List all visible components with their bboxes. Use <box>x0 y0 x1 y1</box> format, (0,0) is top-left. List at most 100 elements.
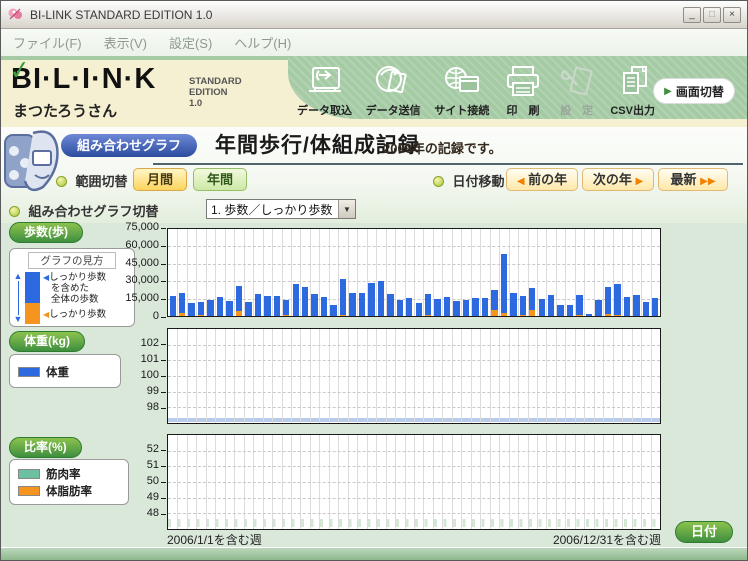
next-year-button[interactable]: 次の年 ▶ <box>582 168 654 191</box>
brisk-segment-week-28 <box>424 315 432 316</box>
data-import-button[interactable]: データ取込 <box>297 62 352 118</box>
menu-bar: ファイル(F) 表示(V) 設定(S) ヘルプ(H) <box>1 29 747 56</box>
screen-switch-button[interactable]: ▶ 画面切替 <box>653 78 735 104</box>
bar-week-52 <box>652 298 659 316</box>
bar-week-21 <box>358 293 366 316</box>
range-month-button[interactable]: 月間 <box>133 168 187 191</box>
y-tick-label: 48 <box>146 507 159 519</box>
horizontal-gridline <box>168 246 660 248</box>
bar-week-10 <box>254 293 262 316</box>
edition-label: STANDARD EDITION 1.0 <box>189 76 242 109</box>
bar-week-6 <box>216 296 224 316</box>
y-tick-mark <box>161 317 166 318</box>
bar-week-11 <box>264 296 271 316</box>
bar-week-5 <box>207 300 214 316</box>
bar-week-41 <box>547 295 555 316</box>
brisk-segment-week-8 <box>235 311 243 316</box>
bar-week-3 <box>188 303 195 316</box>
maximize-button[interactable]: □ <box>703 6 721 23</box>
csv-export-button[interactable]: CSV出力 <box>610 62 655 118</box>
y-tick-label: 52 <box>146 443 159 455</box>
print-button[interactable]: 印 刷 <box>503 62 543 118</box>
y-tick-label: 30,000 <box>125 274 159 287</box>
menu-item-view[interactable]: 表示(V) <box>104 33 147 52</box>
date-axis-button[interactable]: 日付 <box>675 521 733 543</box>
y-tick-label: 50 <box>146 475 159 487</box>
settings-button: 設 定 <box>557 62 597 118</box>
settings-icon <box>560 66 593 96</box>
bar-week-17 <box>320 297 328 316</box>
y-tick-mark <box>161 344 166 345</box>
y-tick-mark <box>161 245 166 247</box>
bar-week-50 <box>633 295 640 316</box>
y-tick-label: 51 <box>146 459 159 471</box>
range-switch-label: 範囲切替 <box>75 174 128 189</box>
vertical-gridline <box>555 229 557 316</box>
y-tick-mark <box>161 482 166 483</box>
legend-title: グラフの見方 <box>28 252 116 269</box>
y-tick-label: 0 <box>152 310 159 322</box>
graph-type-select[interactable]: 1. 歩数／しっかり歩数 ▼ <box>206 199 356 219</box>
bullet-icon <box>56 176 67 187</box>
chevron-down-icon[interactable]: ▼ <box>338 200 355 218</box>
data-send-button[interactable]: データ送信 <box>366 62 421 118</box>
horizontal-gridline <box>168 482 660 483</box>
menu-item-help[interactable]: ヘルプ(H) <box>234 33 291 52</box>
minimize-button[interactable]: _ <box>683 6 701 23</box>
y-tick-mark <box>161 466 166 467</box>
print-icon <box>507 66 540 96</box>
app-icon <box>8 8 22 20</box>
bar-week-30 <box>443 296 451 316</box>
bar-week-34 <box>481 297 489 316</box>
weight-swatch <box>18 366 40 377</box>
sample-stacked-bar <box>25 272 40 324</box>
brisk-segment-week-19 <box>339 315 347 316</box>
menu-item-file[interactable]: ファイル(F) <box>13 33 82 52</box>
bar-week-25 <box>396 300 403 316</box>
y-tick-label: 100 <box>140 369 159 381</box>
brisk-segment-week-47 <box>604 313 612 316</box>
bar-week-9 <box>245 302 252 316</box>
horizontal-gridline <box>168 513 660 515</box>
weight-panel-label: 体重(kg) <box>9 331 85 352</box>
steps-chart-plot <box>167 228 661 317</box>
bar-week-1 <box>169 296 176 316</box>
prev-year-button[interactable]: ◀ 前の年 <box>506 168 578 191</box>
brisk-segment-week-44 <box>576 314 583 316</box>
weight-chart-plot <box>167 328 661 424</box>
latest-button[interactable]: 最新 ▶▶ <box>658 168 728 191</box>
bodyfat-swatch <box>18 485 40 496</box>
bar-week-7 <box>226 301 233 316</box>
bar-week-44 <box>576 295 583 316</box>
brisk-segment-week-48 <box>614 315 621 316</box>
vertical-gridline <box>565 229 567 316</box>
bar-week-19 <box>339 279 347 316</box>
brisk-segment-week-35 <box>491 309 498 316</box>
brisk-segment-week-38 <box>519 314 526 316</box>
range-year-button[interactable]: 年間 <box>193 168 247 191</box>
bar-week-12 <box>273 296 280 316</box>
bar-week-47 <box>604 287 612 316</box>
total-range-arrow-icon: ▲ ▼ <box>13 271 23 324</box>
bar-week-33 <box>472 297 479 316</box>
close-button[interactable]: × <box>723 6 741 23</box>
horizontal-gridline <box>168 263 660 265</box>
tab-combination-graph[interactable]: 組み合わせグラフ <box>61 134 198 157</box>
bar-week-38 <box>519 296 526 316</box>
horizontal-gridline <box>168 497 660 499</box>
bar-week-22 <box>368 283 375 316</box>
weight-legend: 体重 <box>9 354 121 388</box>
menu-item-settings[interactable]: 設定(S) <box>169 33 212 52</box>
bar-week-13 <box>283 300 290 316</box>
y-tick-mark <box>161 376 166 377</box>
bullet-icon <box>433 176 444 187</box>
horizontal-gridline <box>168 376 660 377</box>
steps-panel-label: 歩数(歩) <box>9 222 83 243</box>
brisk-segment-week-36 <box>500 312 508 316</box>
y-tick-label: 75,000 <box>125 221 159 233</box>
range-switch-label-wrap: 範囲切替 <box>56 171 127 191</box>
logo-check-icon: ✓ <box>6 53 33 87</box>
site-connect-button[interactable]: サイト接続 <box>434 62 489 118</box>
double-right-arrow-icon: ▶▶ <box>700 176 716 187</box>
y-tick-label: 99 <box>146 385 159 397</box>
